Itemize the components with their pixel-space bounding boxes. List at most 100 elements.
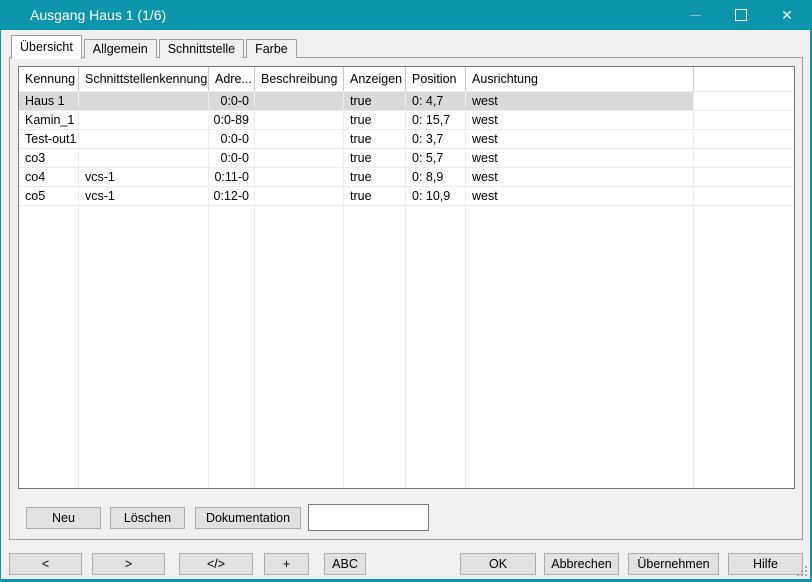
window-title: Ausgang Haus 1 (1/6) xyxy=(30,7,166,23)
window-controls: ✕ xyxy=(672,0,810,30)
dokumentation-input[interactable] xyxy=(308,504,429,531)
maximize-button[interactable] xyxy=(718,0,764,30)
column-header-beschreibung[interactable]: Beschreibung xyxy=(255,67,344,91)
table-cell-filler xyxy=(694,187,794,205)
table-cell: west xyxy=(466,187,694,205)
empty-cell xyxy=(79,206,209,488)
table-cell: west xyxy=(466,92,694,110)
table-cell: true xyxy=(344,92,406,110)
empty-cell xyxy=(406,206,466,488)
table-cell xyxy=(255,149,344,167)
table-cell xyxy=(255,92,344,110)
dialog-window: Ausgang Haus 1 (1/6) ✕ Übersicht Allgeme… xyxy=(0,0,812,582)
table-cell-filler xyxy=(694,130,794,148)
table-cell-filler xyxy=(694,149,794,167)
close-icon: ✕ xyxy=(781,8,793,22)
table-cell: 0:12-0 xyxy=(209,187,255,205)
column-header-adresse[interactable]: Adre... xyxy=(209,67,255,91)
table-cell: 0: 5,7 xyxy=(406,149,466,167)
tab-page-uebersicht: Kennung Schnittstellenkennung Adre... Be… xyxy=(9,57,803,540)
table-cell: true xyxy=(344,187,406,205)
table-cell: Kamin_1 xyxy=(19,111,79,129)
table-cell-filler xyxy=(694,168,794,186)
table-header-row: Kennung Schnittstellenkennung Adre... Be… xyxy=(19,67,794,92)
table-cell: west xyxy=(466,111,694,129)
column-header-position[interactable]: Position xyxy=(406,67,466,91)
titlebar: Ausgang Haus 1 (1/6) ✕ xyxy=(1,0,810,30)
tab-strip: Übersicht Allgemein Schnittstelle Farbe xyxy=(11,34,299,58)
table-cell: west xyxy=(466,168,694,186)
add-button[interactable]: + xyxy=(264,553,309,575)
tab-uebersicht[interactable]: Übersicht xyxy=(11,35,82,59)
hilfe-button[interactable]: Hilfe xyxy=(728,553,803,575)
minimize-button[interactable] xyxy=(672,0,718,30)
minimize-icon xyxy=(690,15,701,16)
table-cell: true xyxy=(344,168,406,186)
table-cell: 0:11-0 xyxy=(209,168,255,186)
table-cell: 0:0-0 xyxy=(209,92,255,110)
empty-cell xyxy=(255,206,344,488)
table-cell: vcs-1 xyxy=(79,187,209,205)
table-cell: west xyxy=(466,149,694,167)
maximize-icon xyxy=(735,9,747,21)
table-cell-filler xyxy=(694,92,794,110)
table-cell: 0: 8,9 xyxy=(406,168,466,186)
table-empty-area xyxy=(19,206,794,488)
close-button[interactable]: ✕ xyxy=(764,0,810,30)
table-cell xyxy=(255,111,344,129)
table-cell: 0: 15,7 xyxy=(406,111,466,129)
table-cell: vcs-1 xyxy=(79,168,209,186)
table-cell: west xyxy=(466,130,694,148)
table-cell: co3 xyxy=(19,149,79,167)
column-header-kennung[interactable]: Kennung xyxy=(19,67,79,91)
loeschen-button[interactable]: Löschen xyxy=(110,507,185,529)
column-header-ausrichtung[interactable]: Ausrichtung xyxy=(466,67,694,91)
table-cell: 0:0-0 xyxy=(209,149,255,167)
table-row[interactable]: co3 0:0-0 true 0: 5,7 west xyxy=(19,149,794,168)
table-cell: 0:0-89 xyxy=(209,111,255,129)
column-header-anzeigen[interactable]: Anzeigen xyxy=(344,67,406,91)
dokumentation-button[interactable]: Dokumentation xyxy=(195,507,301,529)
table-cell xyxy=(255,130,344,148)
empty-cell xyxy=(19,206,79,488)
table-cell: 0: 10,9 xyxy=(406,187,466,205)
table-row[interactable]: Kamin_1 0:0-89 true 0: 15,7 west xyxy=(19,111,794,130)
table-cell xyxy=(79,149,209,167)
tab-schnittstelle[interactable]: Schnittstelle xyxy=(159,39,244,58)
table-cell xyxy=(255,168,344,186)
empty-cell xyxy=(466,206,694,488)
table-cell xyxy=(79,111,209,129)
resize-grip[interactable] xyxy=(795,564,809,578)
neu-button[interactable]: Neu xyxy=(26,507,101,529)
empty-cell xyxy=(209,206,255,488)
table-row[interactable]: co5 vcs-1 0:12-0 true 0: 10,9 west xyxy=(19,187,794,206)
table-row[interactable]: Test-out1 0:0-0 true 0: 3,7 west xyxy=(19,130,794,149)
table-cell: co5 xyxy=(19,187,79,205)
ok-button[interactable]: OK xyxy=(460,553,536,575)
table-cell: true xyxy=(344,130,406,148)
table-cell: true xyxy=(344,111,406,129)
uebernehmen-button[interactable]: Übernehmen xyxy=(628,553,719,575)
tab-allgemein[interactable]: Allgemein xyxy=(84,39,157,58)
column-header-schnittstellenkennung[interactable]: Schnittstellenkennung xyxy=(79,67,209,91)
column-header-filler xyxy=(694,67,794,91)
next-button[interactable]: > xyxy=(92,553,165,575)
outputs-table: Kennung Schnittstellenkennung Adre... Be… xyxy=(18,66,795,489)
table-cell: 0: 3,7 xyxy=(406,130,466,148)
code-view-button[interactable]: </> xyxy=(179,553,253,575)
empty-cell xyxy=(694,206,794,488)
table-cell: 0: 4,7 xyxy=(406,92,466,110)
prev-button[interactable]: < xyxy=(9,553,82,575)
table-row[interactable]: Haus 1 0:0-0 true 0: 4,7 west xyxy=(19,92,794,111)
table-cell: true xyxy=(344,149,406,167)
abbrechen-button[interactable]: Abbrechen xyxy=(544,553,619,575)
tab-farbe[interactable]: Farbe xyxy=(246,39,297,58)
table-cell: Test-out1 xyxy=(19,130,79,148)
table-cell xyxy=(255,187,344,205)
table-row[interactable]: co4 vcs-1 0:11-0 true 0: 8,9 west xyxy=(19,168,794,187)
abc-button[interactable]: ABC xyxy=(324,553,366,575)
table-cell xyxy=(79,92,209,110)
table-cell: co4 xyxy=(19,168,79,186)
table-cell xyxy=(79,130,209,148)
empty-cell xyxy=(344,206,406,488)
